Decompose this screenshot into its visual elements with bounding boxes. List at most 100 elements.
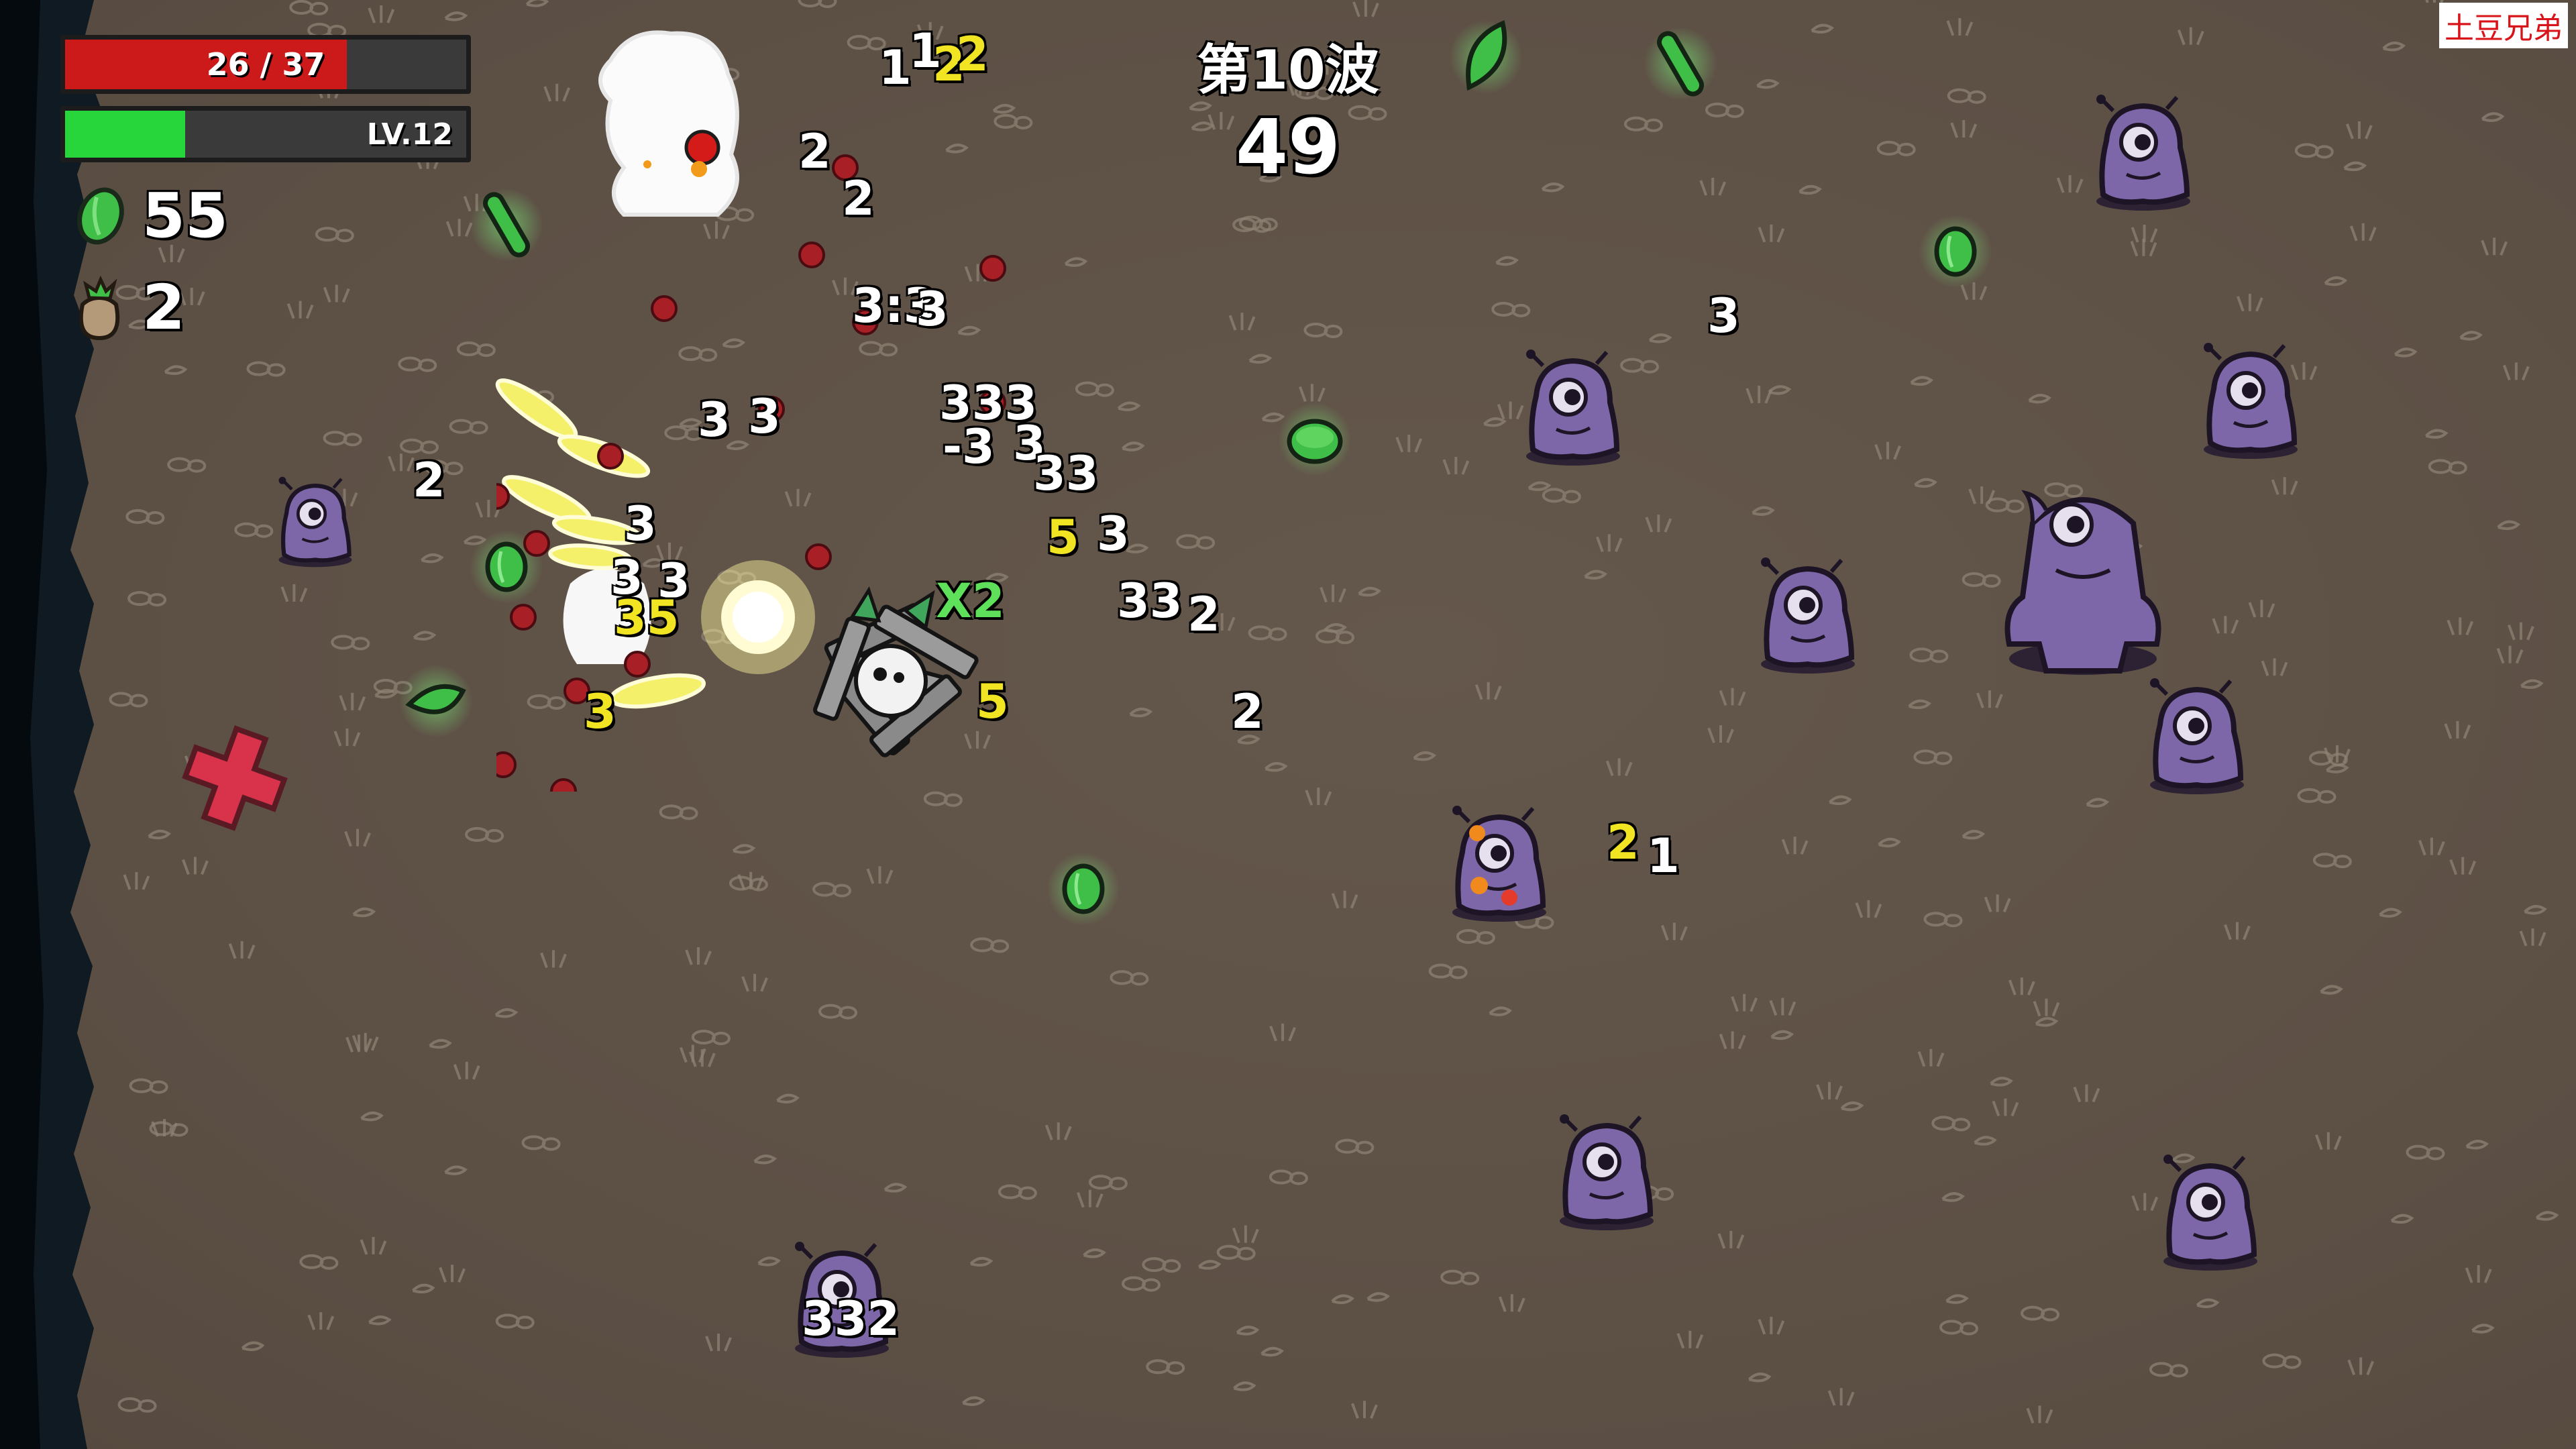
damage-number: 33 (1033, 446, 1099, 501)
enemy-bruiser[interactable] (1992, 476, 2174, 678)
ground-doodle (331, 635, 370, 651)
ground-doodle (776, 1093, 800, 1104)
ground-doodle (1605, 758, 1633, 777)
ground-doodle (1413, 751, 1437, 761)
ground-doodle (1756, 78, 1780, 89)
ground-doodle (1129, 707, 1152, 718)
ground-doodle (1976, 690, 2003, 708)
ground-doodle (1984, 894, 2011, 913)
ground-doodle (970, 937, 1010, 953)
ground-doodle (1260, 1346, 1284, 1357)
ground-doodle (2519, 928, 2546, 947)
ground-doodle (1248, 354, 1273, 364)
ground-doodle (732, 844, 756, 854)
ground-doodle (2471, 1324, 2495, 1334)
ground-doodle (2424, 429, 2449, 439)
material-pickup[interactable] (1644, 20, 1717, 107)
ground-doodle (1992, 1098, 2019, 1117)
ground-doodle (1717, 1230, 1745, 1249)
ground-doodle (241, 1341, 265, 1351)
material-pickup[interactable] (1919, 215, 1992, 288)
ground-doodle (2028, 394, 2051, 404)
ground-doodle (2324, 276, 2348, 286)
ground-doodle (444, 11, 468, 21)
enemy-slime[interactable] (1550, 1114, 1664, 1234)
ground-doodle (495, 1313, 535, 1330)
ground-doodle (323, 431, 362, 447)
ground-doodle (1816, 1081, 1843, 1100)
ground-doodle (1320, 584, 1346, 603)
ground-doodle (1541, 182, 1565, 193)
ground-doodle (2312, 853, 2352, 869)
materials-counter: 55 (66, 180, 228, 252)
ground-doodle (411, 1283, 435, 1294)
blood-drop (550, 778, 577, 792)
ground-doodle (456, 341, 496, 358)
ground-doodle (2465, 1265, 2492, 1283)
damage-number: 3 (1097, 506, 1130, 561)
experience-bar: LV.12 (60, 106, 471, 162)
damage-number: 2 (1607, 815, 1640, 870)
ground-doodle (280, 584, 308, 602)
ground-doodle (1358, 586, 1381, 597)
ground-doodle (1044, 1122, 1072, 1140)
ground-doodle (439, 1265, 466, 1283)
heal-cross-pickup[interactable] (178, 721, 292, 835)
enemy-slime[interactable] (2194, 342, 2308, 463)
material-pickup[interactable] (1046, 852, 1120, 926)
ground-doodle (2248, 600, 2275, 618)
ground-doodle (1542, 488, 1581, 504)
enemy-slime-burning[interactable] (1442, 805, 1556, 926)
ground-doodle (333, 729, 361, 747)
ground-doodle (1769, 998, 1796, 1016)
ground-doodle (494, 1008, 519, 1018)
ground-doodle (521, 1135, 561, 1151)
ground-doodle (421, 553, 444, 564)
ground-doodle (2347, 1357, 2375, 1376)
ground-doodle (1811, 23, 1835, 34)
blood-drop (510, 604, 537, 631)
game-viewport[interactable]: 1 1 2 2 2 2 3:3 3 3 3 333 -3 3 33 5 3 33… (0, 0, 2576, 1449)
ground-doodle (2056, 175, 2084, 193)
ground-doodle (2008, 977, 2035, 996)
ground-doodle (2535, 1211, 2559, 1221)
ground-doodle (2502, 362, 2530, 381)
ground-doodle (2262, 1353, 2302, 1369)
ground-doodle (1746, 385, 1773, 404)
ground-doodle (1914, 478, 1937, 488)
ground-doodle (1707, 725, 1734, 743)
ground-doodle (148, 829, 171, 840)
enemy-slime[interactable] (2153, 1154, 2267, 1275)
ground-doodle (923, 791, 963, 807)
ground-doodle (182, 857, 209, 875)
ground-doodle (1913, 749, 1953, 765)
ground-doodle (1648, 333, 1672, 343)
ground-doodle (1121, 1276, 1161, 1292)
enemy-slime[interactable] (2140, 678, 2254, 798)
enemy-slime[interactable] (1751, 557, 1865, 678)
ground-doodle (2314, 1132, 2342, 1150)
material-pickup[interactable] (1275, 402, 1355, 476)
material-pickup[interactable] (396, 664, 476, 738)
ground-doodle (2297, 788, 2337, 804)
ground-doodle (1799, 184, 1822, 195)
blood-drop (805, 543, 832, 570)
ground-doodle (1456, 928, 1495, 945)
ground-doodle (998, 1184, 1037, 1200)
materials-count: 55 (142, 180, 229, 252)
ground-doodle (705, 1333, 732, 1352)
damage-number: 1 (1647, 828, 1680, 883)
ground-doodle (1331, 1294, 1354, 1304)
ground-doodle (2418, 837, 2445, 856)
ground-doodle (2465, 1140, 2489, 1150)
ground-doodle (360, 1236, 387, 1255)
enemy-slime[interactable] (2086, 94, 2200, 215)
ground-doodle (429, 1038, 452, 1049)
ground-doodle (1923, 912, 1963, 928)
enemy-slime[interactable] (1516, 349, 1630, 470)
ground-doodle (127, 591, 167, 607)
ground-doodle (1947, 88, 1986, 104)
ground-doodle (1878, 837, 1901, 848)
enemy-slime-small[interactable] (265, 476, 366, 570)
loot-bag-counter: 2 (66, 272, 185, 343)
